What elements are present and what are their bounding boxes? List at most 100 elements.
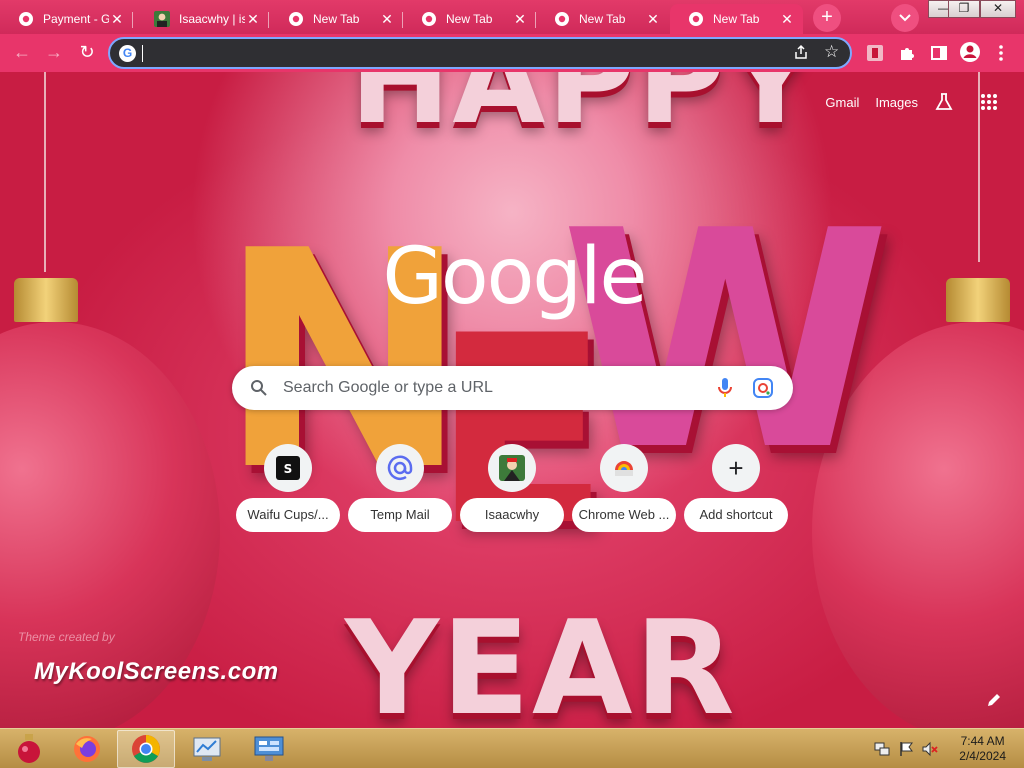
restore-button[interactable]: ❐ <box>948 0 980 18</box>
extension-icon[interactable] <box>866 44 884 62</box>
tab-title: Isaacwhy | is <box>179 12 245 26</box>
voice-search-icon[interactable] <box>717 377 733 399</box>
shortcut-chrome-web-store[interactable]: Chrome Web ... <box>572 444 676 534</box>
add-shortcut-button[interactable]: + Add shortcut <box>684 444 788 534</box>
shortcut-label: Temp Mail <box>348 498 452 532</box>
shortcut-icon-circle: + <box>712 444 760 492</box>
ornament-cap <box>14 278 78 322</box>
tab-title: Payment - G <box>43 12 109 26</box>
avatar-icon <box>154 11 170 27</box>
action-center-flag-icon[interactable] <box>898 741 914 757</box>
taskbar-firefox[interactable] <box>58 730 116 768</box>
windows-taskbar: 7:44 AM 2/4/2024 <box>0 728 1024 768</box>
start-button[interactable] <box>0 730 58 768</box>
chrome-icon <box>19 12 33 26</box>
shortcut-icon-circle <box>488 444 536 492</box>
ornament-cap <box>946 278 1010 322</box>
tab-new-tab-active[interactable]: New Tab ✕ <box>670 4 803 34</box>
google-lens-icon[interactable] <box>752 377 774 399</box>
menu-kebab-icon[interactable] <box>994 44 1008 62</box>
tab-title: New Tab <box>579 12 626 26</box>
chrome-icon <box>289 12 303 26</box>
google-apps-icon[interactable] <box>980 93 998 111</box>
tab-isaacwhy[interactable]: Isaacwhy | is ✕ <box>136 4 269 34</box>
taskbar-chrome[interactable] <box>117 730 175 768</box>
shortcut-temp-mail[interactable]: Temp Mail <box>348 444 452 534</box>
labs-flask-icon[interactable] <box>934 92 954 112</box>
extensions-puzzle-icon[interactable] <box>898 44 916 62</box>
gmail-link[interactable]: Gmail <box>825 95 859 110</box>
top-links: Gmail Images <box>825 92 1024 112</box>
control-panel-icon <box>193 737 221 761</box>
ornament-string <box>44 72 46 272</box>
close-icon[interactable]: ✕ <box>109 11 125 27</box>
search-icon <box>251 380 267 396</box>
volume-muted-icon[interactable] <box>922 741 938 757</box>
tab-strip: Payment - G ✕ Isaacwhy | is ✕ New Tab ✕ … <box>0 0 1024 34</box>
chrome-icon <box>422 12 436 26</box>
shortcut-isaacwhy[interactable]: Isaacwhy <box>460 444 564 534</box>
waifu-cups-icon: S <box>276 456 300 480</box>
customize-pencil-icon[interactable] <box>986 692 1002 708</box>
bookmark-star-icon[interactable]: ☆ <box>824 42 839 62</box>
isaacwhy-avatar-icon <box>499 455 525 481</box>
close-icon[interactable]: ✕ <box>645 11 661 27</box>
ntp-search-box[interactable]: Search Google or type a URL <box>232 366 793 410</box>
taskbar-control-panel[interactable] <box>178 730 236 768</box>
system-clock[interactable]: 7:44 AM 2/4/2024 <box>959 734 1006 764</box>
close-icon[interactable]: ✕ <box>245 11 261 27</box>
shortcut-waifu-cups[interactable]: S Waifu Cups/... <box>236 444 340 534</box>
tab-title: New Tab <box>713 12 760 26</box>
chrome-web-store-icon <box>615 461 633 476</box>
images-link[interactable]: Images <box>875 95 918 110</box>
shortcut-label: Waifu Cups/... <box>236 498 340 532</box>
back-icon[interactable]: ← <box>11 42 33 64</box>
shortcut-label: Isaacwhy <box>460 498 564 532</box>
chevron-down-icon <box>899 14 911 22</box>
address-bar[interactable]: G ☆ <box>108 37 852 69</box>
chrome-icon <box>689 12 703 26</box>
text-caret <box>142 45 143 62</box>
clock-date: 2/4/2024 <box>959 749 1006 763</box>
tab-search-button[interactable] <box>891 4 919 32</box>
tab-payment[interactable]: Payment - G ✕ <box>0 4 133 34</box>
ornament-start-icon <box>18 734 40 763</box>
plus-icon: + <box>728 453 744 483</box>
shortcut-icon-circle <box>376 444 424 492</box>
tab-new-tab-1[interactable]: New Tab ✕ <box>270 4 403 34</box>
tab-separator <box>268 12 269 28</box>
shortcut-label: Add shortcut <box>684 498 788 532</box>
forward-icon[interactable]: → <box>43 42 65 64</box>
tab-separator <box>132 12 133 28</box>
close-icon[interactable]: ✕ <box>512 11 528 27</box>
shortcut-icon-circle: S <box>264 444 312 492</box>
chrome-icon <box>132 735 160 763</box>
remote-desktop-icon <box>254 736 284 761</box>
tab-new-tab-3[interactable]: New Tab ✕ <box>536 4 669 34</box>
theme-watermark: MyKoolScreens.com <box>34 658 279 685</box>
svg-text:S: S <box>284 462 293 476</box>
network-icon[interactable] <box>874 741 890 757</box>
at-sign-icon <box>387 455 413 480</box>
theme-credit[interactable]: Theme created by <box>18 630 115 644</box>
chrome-icon <box>555 12 569 26</box>
new-tab-button[interactable]: + <box>813 4 841 32</box>
close-icon[interactable]: ✕ <box>379 11 395 27</box>
reload-icon[interactable]: ↻ <box>76 42 98 64</box>
side-panel-icon[interactable] <box>930 44 948 62</box>
share-icon[interactable] <box>793 44 809 60</box>
tab-title: New Tab <box>313 12 360 26</box>
profile-avatar-icon[interactable] <box>959 41 981 63</box>
shortcut-icon-circle <box>600 444 648 492</box>
taskbar-remote-desktop[interactable] <box>240 730 298 768</box>
theme-year-text: YEAR <box>345 592 737 728</box>
google-g-icon: G <box>119 45 136 62</box>
tab-new-tab-2[interactable]: New Tab ✕ <box>403 4 536 34</box>
theme-happy-text: HAPPY <box>350 72 817 151</box>
close-icon[interactable]: ✕ <box>779 11 795 27</box>
shortcut-label: Chrome Web ... <box>572 498 676 532</box>
close-window-button[interactable]: ✕ <box>980 0 1016 18</box>
new-tab-page: HAPPY N E W YEAR Gmail Images Google Sea… <box>0 72 1024 728</box>
tab-title: New Tab <box>446 12 493 26</box>
google-logo: Google <box>382 232 647 322</box>
